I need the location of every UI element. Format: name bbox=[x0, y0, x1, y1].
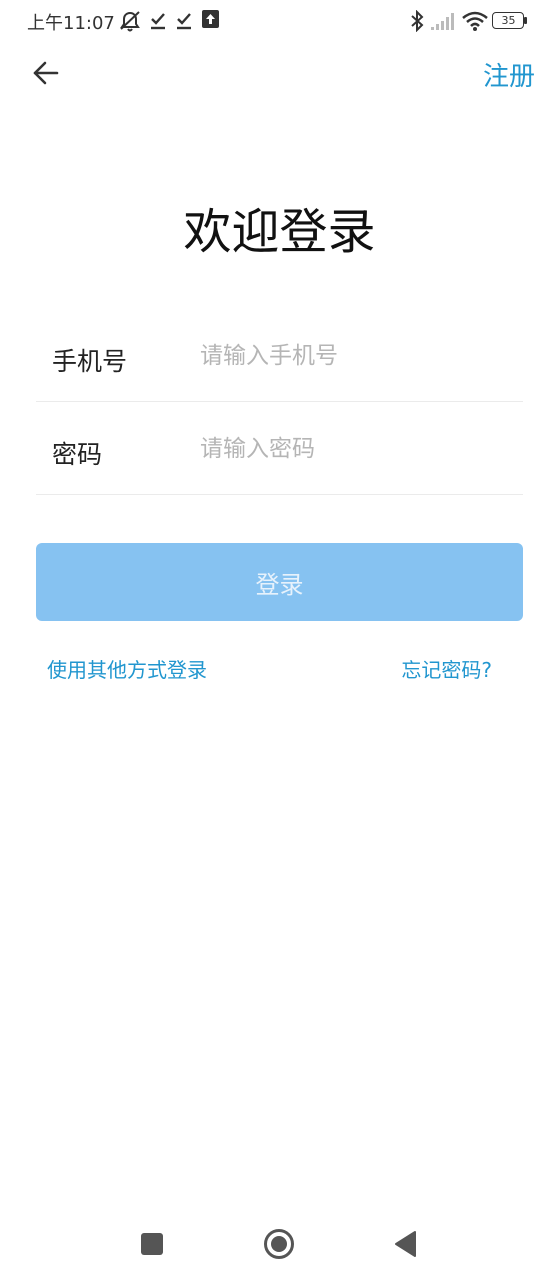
password-input[interactable] bbox=[200, 430, 510, 468]
page-title: 欢迎登录 bbox=[183, 204, 376, 260]
status-bar: 上午11:07 35 bbox=[0, 0, 559, 40]
phone-input[interactable] bbox=[200, 337, 510, 375]
battery-icon: 35 bbox=[492, 12, 528, 29]
signal-icon bbox=[431, 13, 454, 30]
recents-square-icon bbox=[141, 1233, 163, 1255]
battery-level: 35 bbox=[501, 14, 516, 27]
muted-alarm-icon bbox=[120, 11, 140, 32]
home-circle-icon bbox=[264, 1229, 294, 1259]
bluetooth-icon bbox=[411, 10, 424, 32]
register-link[interactable]: 注册 bbox=[483, 56, 535, 93]
alt-login-link[interactable]: 使用其他方式登录 bbox=[47, 654, 207, 683]
password-row: 密码 bbox=[36, 402, 523, 495]
back-button[interactable] bbox=[26, 54, 66, 94]
home-button[interactable] bbox=[259, 1224, 299, 1264]
download-done-icon bbox=[151, 13, 165, 30]
arrow-left-icon bbox=[33, 61, 59, 85]
upload-icon bbox=[202, 10, 219, 28]
status-time: 上午11:07 bbox=[27, 13, 115, 34]
phone-row: 手机号 bbox=[36, 309, 523, 402]
phone-label: 手机号 bbox=[52, 347, 128, 376]
wifi-icon bbox=[462, 11, 488, 31]
download-done-icon bbox=[177, 13, 191, 30]
password-label: 密码 bbox=[52, 440, 103, 469]
back-triangle-icon bbox=[395, 1231, 416, 1257]
system-back-button[interactable] bbox=[386, 1224, 426, 1264]
forgot-password-link[interactable]: 忘记密码? bbox=[401, 654, 492, 683]
recents-button[interactable] bbox=[132, 1224, 172, 1264]
login-button[interactable]: 登录 bbox=[36, 543, 523, 621]
